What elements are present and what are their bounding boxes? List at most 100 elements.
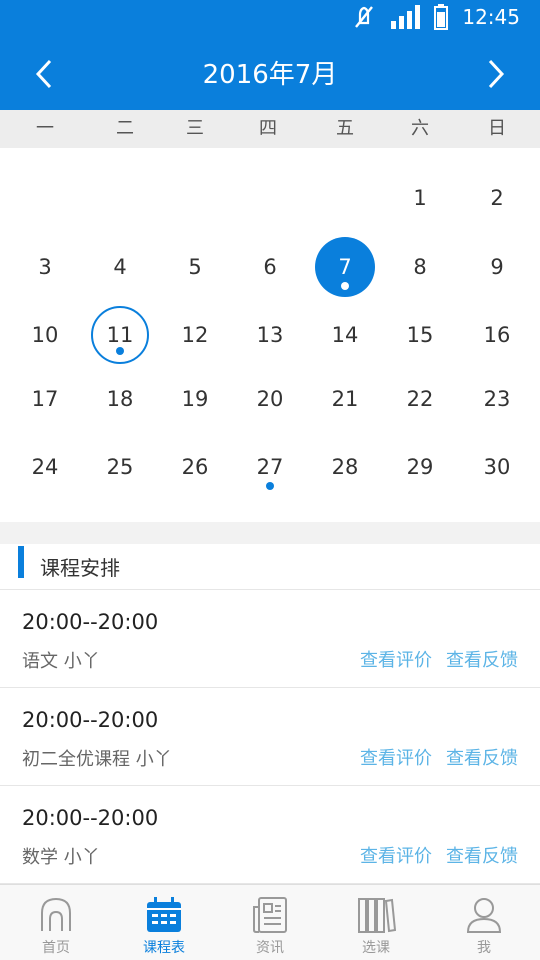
course-item[interactable]: 20:00--20:00 数学 小丫 查看评价 查看反馈: [0, 786, 540, 884]
calendar-day[interactable]: 16: [467, 305, 527, 365]
calendar-day[interactable]: 18: [90, 369, 150, 429]
books-icon: [358, 898, 396, 933]
calendar-day-number: 30: [483, 455, 511, 479]
calendar-day[interactable]: 11: [91, 306, 149, 364]
app-header: 12:45 2016年7月: [0, 0, 540, 110]
calendar-day[interactable]: 4: [90, 237, 150, 297]
calendar-day[interactable]: 27: [240, 437, 300, 497]
calendar-day[interactable]: 15: [390, 305, 450, 365]
view-review-link[interactable]: 查看评价: [360, 744, 432, 770]
calendar-day[interactable]: 10: [15, 305, 75, 365]
weekday-label: 二: [116, 118, 134, 139]
month-nav: 2016年7月: [0, 44, 540, 104]
course-info: 语文 小丫: [22, 651, 100, 672]
status-bar: 12:45: [0, 0, 540, 38]
calendar-day[interactable]: 22: [390, 369, 450, 429]
calendar-day-number: 2: [490, 186, 504, 210]
view-review-link[interactable]: 查看评价: [360, 646, 432, 672]
calendar-day-number: 1: [413, 186, 427, 210]
view-review-link[interactable]: 查看评价: [360, 842, 432, 868]
calendar-day[interactable]: 3: [15, 237, 75, 297]
calendar-day-number: 29: [406, 455, 434, 479]
calendar-day-number: 4: [113, 255, 127, 279]
calendar-day[interactable]: 23: [467, 369, 527, 429]
calendar-day[interactable]: 1: [390, 168, 450, 228]
calendar-day[interactable]: 2: [467, 168, 527, 228]
tab-label: 资讯: [256, 940, 284, 956]
bottom-tab-bar: 首页 课程表 资讯 选课 我: [0, 884, 540, 960]
calendar-day[interactable]: 19: [165, 369, 225, 429]
calendar-day-number: 20: [256, 387, 284, 411]
battery-icon: [434, 4, 449, 30]
calendar-day[interactable]: 12: [165, 305, 225, 365]
month-title: 2016年7月: [202, 60, 338, 90]
calendar-day[interactable]: 29: [390, 437, 450, 497]
tab-news[interactable]: 资讯: [216, 885, 324, 960]
calendar-day[interactable]: 17: [15, 369, 75, 429]
course-item[interactable]: 20:00--20:00 语文 小丫 查看评价 查看反馈: [0, 590, 540, 688]
view-feedback-link[interactable]: 查看反馈: [446, 842, 518, 868]
calendar-day-number: 13: [256, 323, 284, 347]
calendar-day[interactable]: 13: [240, 305, 300, 365]
calendar-day[interactable]: 21: [315, 369, 375, 429]
weekday-label: 四: [259, 118, 277, 139]
calendar-day[interactable]: 24: [15, 437, 75, 497]
calendar-day[interactable]: 8: [390, 237, 450, 297]
calendar-day-number: 18: [106, 387, 134, 411]
calendar-day[interactable]: 7: [315, 237, 375, 297]
home-icon: [41, 897, 71, 931]
calendar-day[interactable]: 14: [315, 305, 375, 365]
view-feedback-link[interactable]: 查看反馈: [446, 744, 518, 770]
weekday-label: 五: [336, 118, 354, 139]
calendar-icon: [147, 897, 181, 932]
view-feedback-link[interactable]: 查看反馈: [446, 646, 518, 672]
divider: [0, 522, 540, 544]
calendar-day[interactable]: 6: [240, 237, 300, 297]
calendar-day-number: 24: [31, 455, 59, 479]
weekday-label: 三: [186, 118, 204, 139]
calendar-day-number: 7: [338, 255, 352, 279]
calendar-day[interactable]: 26: [165, 437, 225, 497]
tab-me[interactable]: 我: [430, 885, 538, 960]
course-info: 数学 小丫: [22, 847, 100, 868]
calendar-day-number: 8: [413, 255, 427, 279]
tab-label: 选课: [362, 940, 390, 956]
tab-home[interactable]: 首页: [2, 885, 110, 960]
course-indicator-dot: [116, 347, 124, 355]
course-info: 初二全优课程 小丫: [22, 749, 172, 770]
calendar-day-number: 10: [31, 323, 59, 347]
weekday-label: 日: [488, 118, 506, 139]
calendar-day[interactable]: 5: [165, 237, 225, 297]
calendar-day[interactable]: 30: [467, 437, 527, 497]
calendar-day[interactable]: 20: [240, 369, 300, 429]
tab-schedule[interactable]: 课程表: [110, 885, 218, 960]
calendar-day-number: 23: [483, 387, 511, 411]
calendar-day-number: 12: [181, 323, 209, 347]
calendar-day[interactable]: 9: [467, 237, 527, 297]
course-time: 20:00--20:00: [22, 806, 159, 830]
tab-label: 首页: [42, 940, 70, 956]
course-item[interactable]: 20:00--20:00 初二全优课程 小丫 查看评价 查看反馈: [0, 688, 540, 786]
news-icon: [253, 897, 287, 933]
user-icon: [466, 898, 502, 933]
course-indicator-dot: [266, 482, 274, 490]
calendar-grid: 1 2 3 4 5 6 7 8 9 10 11 12 13 14 15 16 17 18 19 20 21 22 23 24 2…: [0, 148, 540, 522]
tab-courses[interactable]: 选课: [322, 885, 430, 960]
calendar-day[interactable]: 25: [90, 437, 150, 497]
section-title: 课程安排: [40, 556, 120, 580]
weekday-label: 六: [411, 118, 429, 139]
next-month-button[interactable]: [472, 50, 520, 98]
section-accent-bar: [18, 546, 24, 578]
calendar-day-number: 3: [38, 255, 52, 279]
status-time: 12:45: [462, 5, 520, 29]
calendar-day-number: 11: [106, 323, 134, 347]
calendar-day[interactable]: 28: [315, 437, 375, 497]
calendar-day-number: 15: [406, 323, 434, 347]
calendar-day-number: 21: [331, 387, 359, 411]
calendar-day-number: 16: [483, 323, 511, 347]
calendar-day-number: 27: [256, 455, 284, 479]
course-time: 20:00--20:00: [22, 610, 159, 634]
calendar-day-number: 9: [490, 255, 504, 279]
chevron-right-icon: [488, 59, 505, 89]
course-indicator-dot: [341, 282, 349, 290]
